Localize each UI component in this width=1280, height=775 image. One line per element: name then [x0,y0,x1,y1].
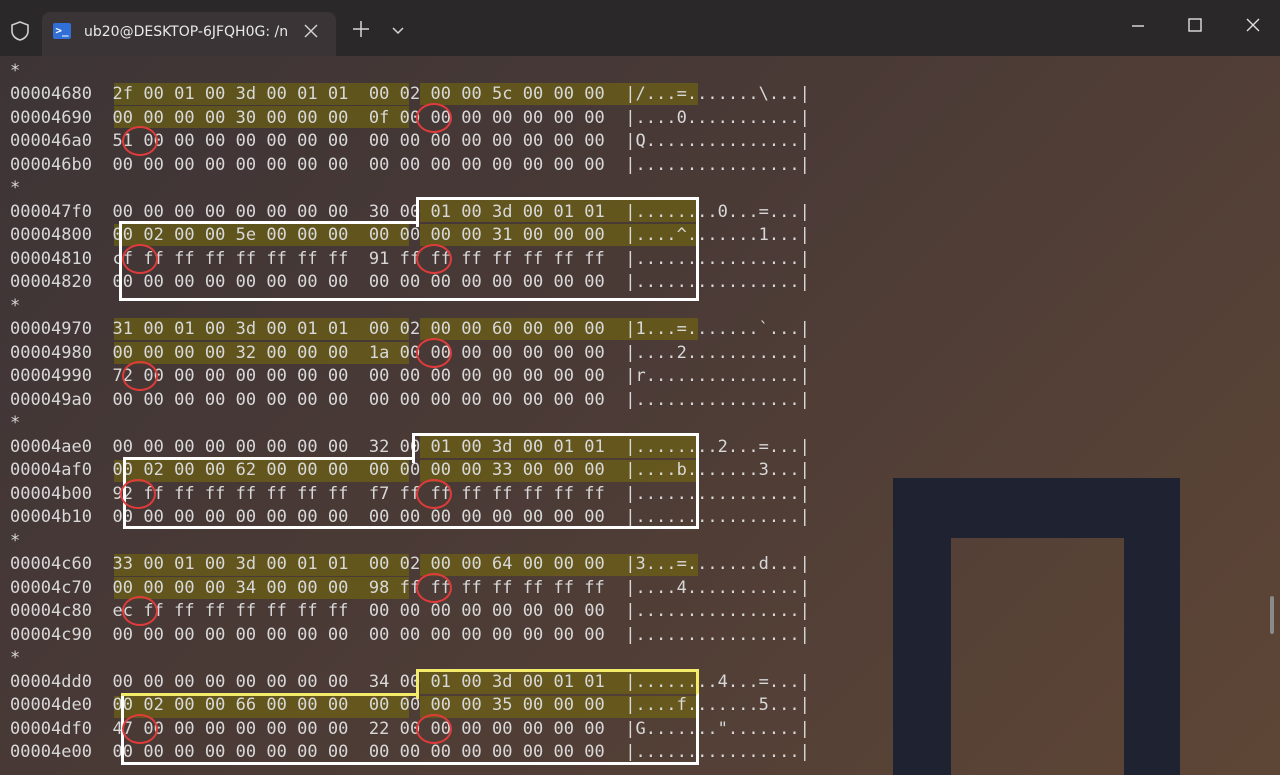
circled-byte [416,479,452,509]
hexdump-line: 00004de0 00 02 00 00 66 00 00 00 00 00 0… [10,695,810,715]
hexdump-line: * [10,61,21,81]
hexdump-line: 00004800 00 02 00 00 5e 00 00 00 00 00 0… [10,225,810,245]
circled-byte [122,244,158,274]
hexdump-line: 00004c70 00 00 00 00 34 00 00 00 98 ff f… [10,578,810,598]
hexdump-line: * [10,531,21,551]
tab-title: ub20@DESKTOP-6JFQH0G: /n [84,24,288,40]
hexdump-line: 00004b10 00 00 00 00 00 00 00 00 00 00 0… [10,507,810,527]
minimize-icon[interactable] [1126,14,1150,38]
hexdump-line: 00004ae0 00 00 00 00 00 00 00 00 32 00 0… [10,437,810,457]
hexdump-line: * [10,178,21,198]
circled-byte [416,244,452,274]
hexdump-line: 000047f0 00 00 00 00 00 00 00 00 30 00 0… [10,202,810,222]
circled-byte [416,103,452,133]
drawn-frame-right [1124,478,1180,775]
maximize-icon[interactable] [1182,12,1208,38]
powershell-icon: >_ [53,23,71,39]
hexdump-line: 00004820 00 00 00 00 00 00 00 00 00 00 0… [10,272,810,292]
window-close-icon[interactable] [1240,12,1266,38]
circled-byte [122,126,158,156]
tab-terminal[interactable]: >_ ub20@DESKTOP-6JFQH0G: /n [42,12,336,56]
hexdump-line: * [10,296,21,316]
circled-byte [122,361,158,391]
terminal-output[interactable]: * 00004680 2f 00 01 00 3d 00 01 01 00 02… [0,56,1280,775]
chevron-down-icon[interactable] [388,20,408,40]
circled-byte [122,714,158,744]
hexdump-line: 00004980 00 00 00 00 32 00 00 00 1a 00 0… [10,343,810,363]
hexdump-line: 00004680 2f 00 01 00 3d 00 01 01 00 02 0… [10,84,810,104]
hexdump-line: 00004dd0 00 00 00 00 00 00 00 00 34 00 0… [10,672,810,692]
circled-byte [120,479,156,509]
hexdump-line: 00004c60 33 00 01 00 3d 00 01 01 00 02 0… [10,554,810,574]
circled-byte [416,714,452,744]
scrollbar-thumb[interactable] [1270,596,1274,634]
title-bar: >_ ub20@DESKTOP-6JFQH0G: /n [0,0,1280,56]
circled-byte [122,596,158,626]
close-icon[interactable] [300,20,322,42]
shield-icon[interactable] [9,20,31,42]
drawn-frame-left [893,478,951,775]
hexdump-line: 00004c90 00 00 00 00 00 00 00 00 00 00 0… [10,625,810,645]
hexdump-line: 00004e00 00 00 00 00 00 00 00 00 00 00 0… [10,742,810,762]
plus-icon[interactable] [350,18,372,40]
hexdump-line: 00004970 31 00 01 00 3d 00 01 01 00 02 0… [10,319,810,339]
hexdump-line: 00004690 00 00 00 00 30 00 00 00 0f 00 0… [10,108,810,128]
hexdump-line: 00004af0 00 02 00 00 62 00 00 00 00 00 0… [10,460,810,480]
hexdump-line: 000046b0 00 00 00 00 00 00 00 00 00 00 0… [10,155,810,175]
circled-byte [416,573,452,603]
hexdump-line: * [10,413,21,433]
circled-byte [416,338,452,368]
hexdump-line: 000049a0 00 00 00 00 00 00 00 00 00 00 0… [10,390,810,410]
hexdump-line: * [10,648,21,668]
